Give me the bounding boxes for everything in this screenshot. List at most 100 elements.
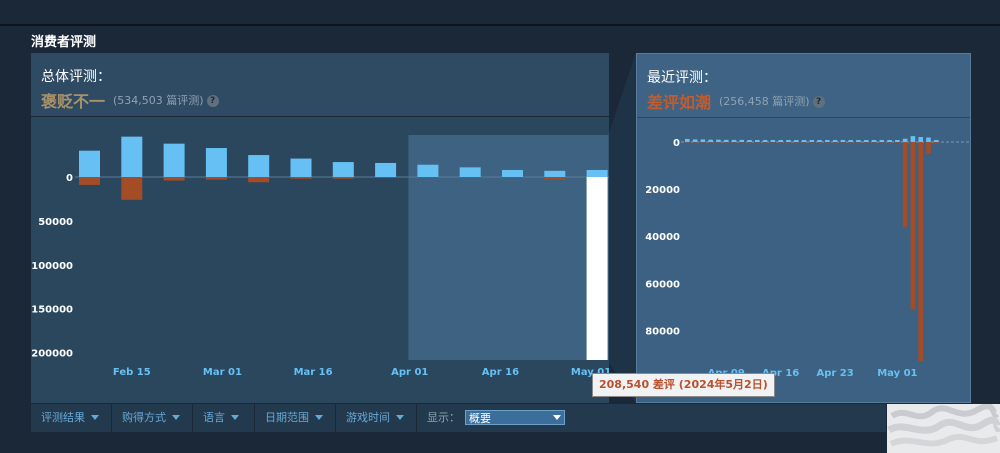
negative-bar: [856, 142, 861, 143]
negative-bar: [840, 142, 846, 143]
negative-bar: [887, 142, 892, 143]
positive-bar: [163, 143, 185, 177]
negative-bar: [716, 142, 721, 143]
positive-bar: [739, 139, 745, 142]
negative-bar: [755, 142, 760, 143]
x-tick-label: Apr 23: [817, 368, 854, 379]
positive-bar: [856, 140, 861, 142]
negative-bar: [290, 177, 312, 179]
positive-bar: [502, 169, 523, 177]
positive-bar: [716, 139, 721, 142]
negative-bar: [248, 177, 270, 183]
positive-bar: [895, 140, 900, 142]
positive-bar: [863, 140, 869, 142]
negative-bar: [926, 142, 931, 154]
filter-purchase-type[interactable]: 购得方式: [112, 404, 193, 432]
negative-bar: [918, 142, 923, 361]
filter-playtime[interactable]: 游戏时间: [336, 404, 417, 432]
y-tick-label: 40000: [645, 232, 680, 243]
recent-reviews-panel[interactable]: 最近评测： 差评如潮 (256,458 篇评测)? 0 20000 40000 600…: [636, 53, 971, 403]
x-tick-label: Apr 01: [391, 367, 428, 378]
chevron-down-icon: [553, 415, 561, 420]
filter-language[interactable]: 语言: [193, 404, 255, 432]
recent-reviews-chart[interactable]: 020000400006000080000Apr 09Apr 16Apr 23M…: [637, 54, 970, 402]
filter-playtime-label: 游戏时间: [346, 411, 390, 424]
overall-reviews-panel[interactable]: 总体评测： 褒贬不一 (534,503 篇评测)? 0 50000 100000 15…: [31, 53, 611, 403]
positive-bar: [332, 162, 354, 177]
negative-bar: [731, 142, 737, 143]
zoom-connector: [609, 53, 636, 403]
positive-bar: [910, 136, 916, 142]
chevron-down-icon: [91, 415, 99, 420]
y-tick-label: 20000: [645, 185, 680, 196]
y-tick-label: 100000: [31, 261, 73, 272]
negative-bar: [832, 142, 838, 143]
negative-bar: [692, 142, 698, 143]
negative-bar: [895, 142, 900, 143]
positive-bar: [747, 140, 752, 142]
filter-review-type-label: 评测结果: [41, 411, 85, 424]
display-select-value: 概要: [469, 412, 491, 425]
positive-bar: [290, 158, 312, 177]
filter-date-range[interactable]: 日期范围: [255, 404, 336, 432]
display-select[interactable]: 概要: [465, 410, 565, 425]
bar-tooltip: 208,540 差评 (2024年5月2日): [592, 373, 775, 397]
negative-bar: [205, 177, 227, 180]
positive-bar: [459, 167, 481, 177]
filter-review-type[interactable]: 评测结果: [31, 404, 112, 432]
x-tick-label: Apr 16: [482, 367, 519, 378]
positive-bar: [786, 140, 791, 142]
positive-bar: [902, 138, 908, 142]
filter-language-label: 语言: [203, 411, 225, 424]
negative-bar: [778, 142, 783, 143]
negative-bar: [459, 177, 481, 178]
selected-range-highlight: [408, 135, 609, 360]
positive-bar: [778, 140, 783, 142]
positive-bar: [770, 140, 776, 142]
negative-bar: [871, 142, 877, 143]
negative-bar: [747, 142, 752, 143]
filter-purchase-type-label: 购得方式: [122, 411, 166, 424]
positive-bar: [933, 140, 939, 142]
positive-bar: [700, 139, 706, 142]
y-tick-label: 200000: [31, 349, 73, 360]
negative-bar: [801, 142, 807, 143]
negative-bar: [163, 177, 185, 181]
positive-bar: [817, 140, 822, 142]
overall-reviews-chart[interactable]: 0 50000 100000 150000 200000 Feb 15 Mar 01 Mar …: [31, 53, 611, 403]
positive-bar: [723, 139, 729, 142]
positive-bar: [801, 140, 807, 142]
negative-bar: [902, 142, 908, 227]
positive-bar: [586, 169, 608, 177]
positive-bar: [755, 140, 760, 142]
y-tick-label: 50000: [38, 217, 73, 228]
negative-bar: [502, 177, 523, 178]
x-tick-label: May 01: [877, 368, 917, 379]
x-tick-label: Mar 16: [294, 367, 333, 378]
chevron-down-icon: [172, 415, 180, 420]
positive-bar: [248, 155, 270, 177]
negative-bar: [879, 142, 885, 143]
negative-bar: [910, 142, 916, 310]
negative-bar: [708, 142, 713, 143]
negative-bar: [817, 142, 822, 143]
y-tick-label: 80000: [645, 326, 680, 337]
negative-bar: [121, 177, 143, 200]
y-tick-label: 0: [66, 173, 73, 184]
section-title: 消费者评测: [31, 35, 97, 50]
positive-bar: [809, 140, 815, 142]
positive-bar: [848, 140, 853, 142]
positive-bar: [692, 139, 698, 142]
x-tick-label: Mar 01: [203, 367, 242, 378]
positive-bar: [121, 136, 143, 177]
negative-bar: [809, 142, 815, 143]
negative-bar: [825, 142, 830, 143]
negative-bar: [544, 177, 566, 180]
scribble-mark: [887, 404, 1000, 453]
positive-bar: [708, 139, 713, 142]
negative-bar: [723, 142, 729, 143]
positive-bar: [871, 140, 877, 142]
chevron-down-icon: [231, 415, 239, 420]
positive-bar: [685, 138, 690, 142]
x-tick-label: Feb 15: [113, 367, 151, 378]
